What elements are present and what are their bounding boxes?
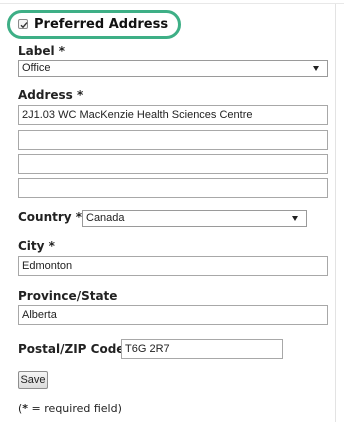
city-label: City *: [18, 239, 55, 253]
address-line-1-input[interactable]: 2J1.03 WC MacKenzie Health Sciences Cent…: [18, 105, 328, 125]
preferred-address-label: Preferred Address: [34, 16, 169, 32]
country-select-value: Canada: [86, 212, 125, 224]
right-divider: [335, 4, 336, 422]
chevron-down-icon: [292, 216, 298, 221]
preferred-address-checkbox[interactable]: [18, 19, 28, 29]
postal-code-label: Postal/ZIP Code: [18, 342, 125, 356]
country-label: Country *: [18, 210, 83, 224]
label-select-value: Office: [22, 62, 51, 74]
province-input[interactable]: Alberta: [18, 305, 328, 325]
province-label: Province/State: [18, 289, 118, 303]
address-line-4-input[interactable]: [18, 178, 328, 198]
save-button[interactable]: Save: [18, 371, 48, 389]
chevron-down-icon: [313, 66, 319, 71]
required-field-note: (* = required field): [18, 402, 122, 415]
city-input[interactable]: Edmonton: [18, 256, 328, 276]
preferred-address-row[interactable]: Preferred Address: [18, 16, 169, 32]
address-label: Address *: [18, 88, 84, 102]
checkmark-icon: [20, 22, 28, 29]
postal-code-input[interactable]: T6G 2R7: [121, 339, 283, 359]
required-note-text: = required field): [28, 402, 122, 415]
top-divider: [0, 3, 344, 4]
label-select[interactable]: Office: [18, 60, 328, 77]
address-line-3-input[interactable]: [18, 154, 328, 174]
country-select[interactable]: Canada: [82, 210, 307, 227]
label-field-label: Label *: [18, 44, 66, 58]
address-line-2-input[interactable]: [18, 130, 328, 150]
